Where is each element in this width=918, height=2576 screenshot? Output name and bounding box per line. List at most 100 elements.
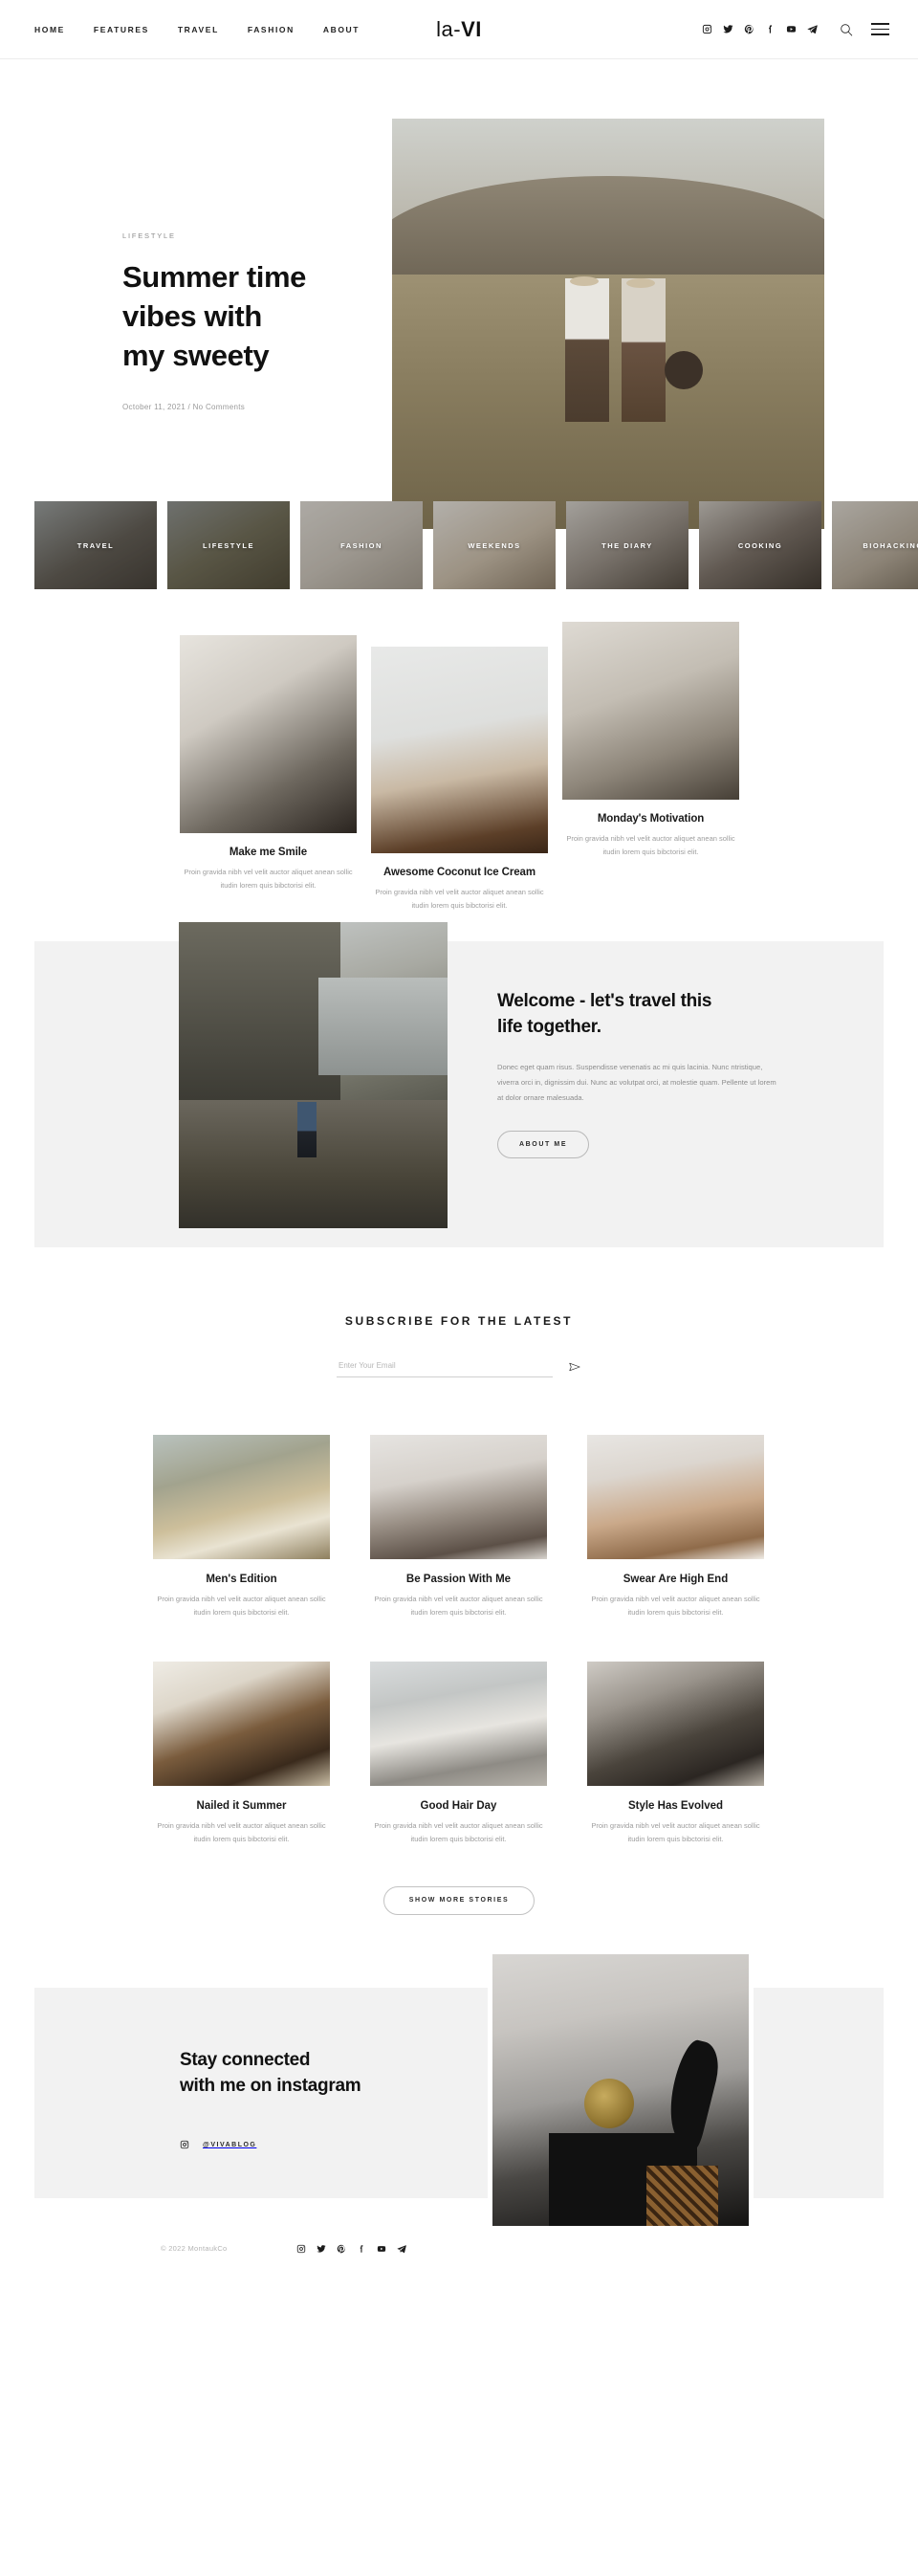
post-card-title[interactable]: Nailed it Summer <box>153 1800 330 1812</box>
instagram-icon[interactable] <box>702 24 712 34</box>
hero-title-line-2: vibes with <box>122 299 262 334</box>
hero-image[interactable] <box>392 119 824 529</box>
twitter-icon[interactable] <box>316 2244 326 2254</box>
featured-posts: Make me Smile Proin gravida nibh vel vel… <box>0 622 918 922</box>
instagram-section: Stay connected with me on instagram @VIV… <box>34 1949 884 2231</box>
post-card-title[interactable]: Swear Are High End <box>587 1574 764 1585</box>
hero-image-figure-left <box>564 278 609 423</box>
burger-line <box>871 28 889 31</box>
instagram-title-line-2: with me on instagram <box>180 2076 361 2097</box>
about-me-button[interactable]: ABOUT ME <box>497 1130 590 1158</box>
welcome-image-person <box>296 1102 317 1158</box>
instagram-image-leopard-print <box>645 2166 718 2226</box>
instagram-copy: Stay connected with me on instagram @VIV… <box>180 2047 361 2150</box>
post-card-image[interactable] <box>587 1661 764 1786</box>
category-card-weekends[interactable]: WEEKENDS <box>433 501 556 589</box>
featured-card[interactable]: Make me Smile Proin gravida nibh vel vel… <box>180 635 357 892</box>
category-label: FASHION <box>340 540 382 550</box>
featured-card[interactable]: Monday's Motivation Proin gravida nibh v… <box>562 622 739 859</box>
post-card-title[interactable]: Be Passion With Me <box>370 1574 547 1585</box>
email-input[interactable] <box>337 1361 553 1377</box>
featured-card-image[interactable] <box>180 635 357 833</box>
footer-social-links <box>296 2244 406 2254</box>
logo-prefix: la- <box>436 16 462 41</box>
category-card-cooking[interactable]: COOKING <box>699 501 821 589</box>
nav-item-features[interactable]: FEATURES <box>94 25 149 34</box>
post-card-excerpt: Proin gravida nibh vel velit auctor aliq… <box>591 1820 760 1843</box>
category-card-the-diary[interactable]: THE DIARY <box>566 501 688 589</box>
post-card-excerpt: Proin gravida nibh vel velit auctor aliq… <box>374 1595 543 1617</box>
instagram-icon[interactable] <box>296 2244 306 2254</box>
nav-item-home[interactable]: HOME <box>34 25 65 34</box>
category-label: THE DIARY <box>601 540 653 550</box>
nav-item-travel[interactable]: TRAVEL <box>178 25 219 34</box>
welcome-image <box>179 922 448 1228</box>
category-card-fashion[interactable]: FASHION <box>300 501 423 589</box>
header-right-tools <box>702 22 889 37</box>
instagram-image-inner <box>492 1953 749 2226</box>
twitter-icon[interactable] <box>723 24 733 34</box>
youtube-icon[interactable] <box>786 24 797 34</box>
telegram-icon[interactable] <box>397 2244 406 2254</box>
post-card[interactable]: Be Passion With Me Proin gravida nibh ve… <box>370 1435 547 1619</box>
copyright-text: © 2022 MontaukCo <box>161 2244 228 2253</box>
post-card[interactable]: Men's Edition Proin gravida nibh vel vel… <box>153 1435 330 1619</box>
post-card-image[interactable] <box>153 1661 330 1786</box>
facebook-icon[interactable] <box>765 24 776 34</box>
nav-item-about[interactable]: ABOUT <box>323 25 360 34</box>
post-card[interactable]: Nailed it Summer Proin gravida nibh vel … <box>153 1661 330 1846</box>
post-card-excerpt: Proin gravida nibh vel velit auctor aliq… <box>157 1820 326 1843</box>
show-more-stories-button[interactable]: SHOW MORE STORIES <box>382 1885 536 1915</box>
welcome-section: Welcome - let's travel this life togethe… <box>34 922 884 1247</box>
telegram-icon[interactable] <box>807 24 818 34</box>
post-card-excerpt: Proin gravida nibh vel velit auctor aliq… <box>374 1820 543 1843</box>
featured-card-image[interactable] <box>562 622 739 800</box>
instagram-handle-link[interactable]: @VIVABLOG <box>180 2140 361 2149</box>
post-card-image[interactable] <box>587 1435 764 1559</box>
hamburger-menu-icon[interactable] <box>871 23 889 35</box>
burger-line <box>871 23 889 25</box>
category-card-lifestyle[interactable]: LIFESTYLE <box>167 501 290 589</box>
post-card-title[interactable]: Style Has Evolved <box>587 1800 764 1812</box>
featured-card-title[interactable]: Make me Smile <box>180 847 357 858</box>
hero-meta: October 11, 2021 / No Comments <box>122 402 246 411</box>
featured-card-title[interactable]: Awesome Coconut Ice Cream <box>371 867 548 878</box>
post-card[interactable]: Good Hair Day Proin gravida nibh vel vel… <box>370 1661 547 1846</box>
post-card-title[interactable]: Good Hair Day <box>370 1800 547 1812</box>
facebook-icon[interactable] <box>357 2244 366 2254</box>
nav-item-fashion[interactable]: FASHION <box>248 25 295 34</box>
category-label: LIFESTYLE <box>203 540 254 550</box>
post-card-image[interactable] <box>153 1435 330 1559</box>
post-card[interactable]: Style Has Evolved Proin gravida nibh vel… <box>587 1661 764 1846</box>
featured-card[interactable]: Awesome Coconut Ice Cream Proin gravida … <box>371 647 548 913</box>
post-card-excerpt: Proin gravida nibh vel velit auctor aliq… <box>591 1595 760 1617</box>
category-label: WEEKENDS <box>468 540 521 550</box>
search-icon[interactable] <box>839 22 854 37</box>
subscribe-heading: SUBSCRIBE FOR THE LATEST <box>344 1314 574 1328</box>
instagram-handle-label: @VIVABLOG <box>203 2141 257 2148</box>
hero-copy: LIFESTYLE Summer time vibes with my swee… <box>122 231 361 411</box>
category-label: TRAVEL <box>76 540 115 550</box>
hero-title[interactable]: Summer time vibes with my sweety <box>122 257 361 376</box>
youtube-icon[interactable] <box>377 2244 386 2254</box>
category-card-travel[interactable]: TRAVEL <box>34 501 157 589</box>
welcome-title-line-2: life together. <box>497 1016 601 1037</box>
post-card-image[interactable] <box>370 1661 547 1786</box>
featured-card-title[interactable]: Monday's Motivation <box>562 813 739 825</box>
post-card-image[interactable] <box>370 1435 547 1559</box>
post-card-title[interactable]: Men's Edition <box>153 1574 330 1585</box>
hero-category[interactable]: LIFESTYLE <box>122 231 361 240</box>
welcome-title-line-1: Welcome - let's travel this <box>497 991 712 1011</box>
send-icon[interactable] <box>568 1360 581 1377</box>
subscribe-form <box>337 1360 581 1377</box>
burger-line <box>871 33 889 35</box>
primary-nav: HOME FEATURES TRAVEL FASHION ABOUT <box>34 25 360 34</box>
hero-image-hill <box>392 176 824 283</box>
pinterest-icon[interactable] <box>337 2244 346 2254</box>
post-card[interactable]: Swear Are High End Proin gravida nibh ve… <box>587 1435 764 1619</box>
pinterest-icon[interactable] <box>744 24 754 34</box>
instagram-image[interactable] <box>488 1949 754 2231</box>
welcome-body: Donec eget quam risus. Suspendisse venen… <box>497 1062 776 1102</box>
featured-card-image[interactable] <box>371 647 548 853</box>
category-card-biohacking[interactable]: BIOHACKING <box>832 501 918 589</box>
